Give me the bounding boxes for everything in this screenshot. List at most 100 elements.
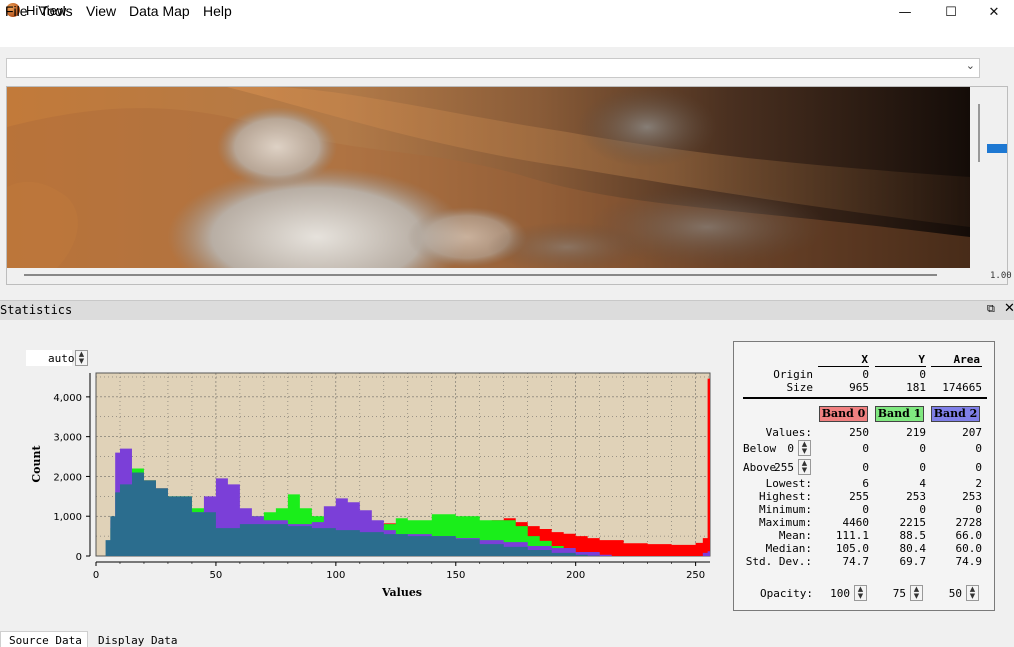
stat-value-band-0: 4460 (842, 516, 870, 529)
opacity-stepper-2[interactable]: ▲ ▼ (966, 585, 979, 601)
mars-image-view[interactable] (7, 87, 970, 268)
x-tick-label: 150 (446, 570, 465, 581)
origin-label: Origin (773, 368, 813, 381)
stat-value-band-0: 255 (849, 490, 869, 503)
stat-value-band-1: 88.5 (899, 529, 927, 542)
statistics-header (0, 300, 1014, 320)
stat-value-band-1: 0 (919, 442, 926, 455)
zoom-label: 1.00 (990, 271, 1012, 281)
stat-value-band-2: 0 (975, 503, 982, 516)
close-icon: ✕ (988, 4, 1000, 20)
stat-value-band-0: 74.7 (842, 555, 870, 568)
stat-value-band-0: 105.0 (835, 542, 869, 555)
undock-icon[interactable]: ⧉ (987, 302, 995, 316)
col-header-area: Area (953, 353, 981, 366)
stat-row-label: Below (743, 442, 777, 455)
stat-value-band-2: 0 (975, 461, 982, 474)
y-axis-label: Count (30, 444, 43, 482)
size-area: 174665 (942, 381, 982, 394)
menu-view[interactable]: View (86, 3, 116, 19)
statistics-title: Statistics (0, 303, 73, 317)
col-header-x: X (861, 353, 868, 366)
menu-tools[interactable]: Tools (40, 3, 73, 19)
stat-row-label: Lowest: (765, 477, 812, 490)
x-tick-label: 100 (326, 570, 345, 581)
stat-row-label: Values: (765, 426, 812, 439)
stat-value-band-1: 0 (919, 461, 926, 474)
size-y: 181 (906, 381, 926, 394)
origin-x: 0 (862, 368, 869, 381)
menu-data-map[interactable]: Data Map (129, 3, 190, 19)
size-label: Size (786, 381, 814, 394)
y-tick-label: 4,000 (53, 393, 82, 404)
x-tick-label: 50 (210, 570, 223, 581)
stat-value-band-2: 66.0 (955, 529, 983, 542)
y-tick-label: 1,000 (53, 512, 82, 523)
maximize-icon: ☐ (945, 4, 957, 20)
stat-value-band-1: 253 (906, 490, 926, 503)
stat-value-band-2: 2728 (955, 516, 983, 529)
stat-row-label: Minimum: (759, 503, 812, 516)
y-tick-label: 2,000 (53, 472, 82, 483)
menu-file[interactable]: File (5, 3, 28, 19)
stat-row-label: Median: (765, 542, 812, 555)
y-tick-label: 0 (76, 552, 82, 563)
stat-value-band-0: 0 (862, 503, 869, 516)
stat-value-band-1: 2215 (899, 516, 927, 529)
stat-value-band-0: 0 (862, 461, 869, 474)
close-panel-icon[interactable]: ✕ (1004, 301, 1014, 316)
source-select[interactable]: ⌄ (6, 58, 980, 78)
opacity-band-1[interactable]: 75 (878, 587, 906, 600)
stat-value-band-1: 219 (906, 426, 926, 439)
tab-display-data[interactable]: Display Data (88, 632, 180, 647)
bin-size-stepper[interactable]: ▲ ▼ (75, 350, 88, 366)
x-tick-label: 200 (566, 570, 585, 581)
stat-value-band-0: 0 (862, 442, 869, 455)
zoom-slider-track[interactable] (978, 104, 980, 162)
stat-value-band-0: 111.1 (835, 529, 869, 542)
opacity-band-2[interactable]: 50 (934, 587, 962, 600)
x-tick-label: 0 (93, 570, 99, 581)
menu-help[interactable]: Help (203, 3, 232, 19)
opacity-label: Opacity: (760, 587, 813, 600)
header-underline (875, 366, 926, 367)
tab-source-data[interactable]: Source Data (0, 631, 88, 647)
col-header-y: Y (918, 353, 925, 366)
threshold-stepper[interactable]: ▲ ▼ (798, 459, 811, 475)
size-x: 965 (849, 381, 869, 394)
origin-y: 0 (919, 368, 926, 381)
opacity-stepper-0[interactable]: ▲ ▼ (854, 585, 867, 601)
close-button[interactable]: ✕ (974, 0, 1014, 24)
bin-size-value: auto (48, 352, 75, 365)
y-tick-label: 3,000 (53, 433, 82, 444)
histogram-chart: 0 50 100 150 200 250 0 1,000 2,000 3,000 4,000 Val… (30, 372, 711, 599)
header-underline (818, 366, 869, 367)
menu-bar (0, 24, 1014, 47)
stat-value-band-1: 4 (919, 477, 926, 490)
maximize-button[interactable]: ☐ (928, 0, 974, 24)
zoom-slider-thumb[interactable] (987, 144, 1007, 153)
stat-row-label: Highest: (759, 490, 812, 503)
stat-row-label: Std. Dev.: (745, 555, 812, 568)
opacity-stepper-1[interactable]: ▲ ▼ (910, 585, 923, 601)
stat-row-label: Mean: (778, 529, 812, 542)
stat-value-band-2: 60.0 (955, 542, 983, 555)
stat-row-label: Maximum: (759, 516, 812, 529)
threshold-stepper[interactable]: ▲ ▼ (798, 440, 811, 456)
chevron-down-icon: ⌄ (965, 59, 975, 72)
band-1-button[interactable]: Band 1 (875, 406, 924, 422)
minimize-button[interactable]: — (882, 0, 928, 24)
band-0-button[interactable]: Band 0 (819, 406, 868, 422)
stat-row-label: Above (743, 461, 777, 474)
threshold-value[interactable]: 0 (776, 442, 794, 455)
stat-value-band-2: 207 (962, 426, 982, 439)
tab-display-data-label: Display Data (98, 634, 178, 647)
band-2-button[interactable]: Band 2 (931, 406, 980, 422)
stat-value-band-1: 80.4 (899, 542, 927, 555)
stat-value-band-2: 2 (975, 477, 982, 490)
horizontal-scrollbar[interactable] (24, 274, 937, 276)
opacity-band-0[interactable]: 100 (822, 587, 850, 600)
x-tick-label: 250 (686, 570, 705, 581)
stat-value-band-1: 69.7 (899, 555, 927, 568)
stat-value-band-2: 253 (962, 490, 982, 503)
